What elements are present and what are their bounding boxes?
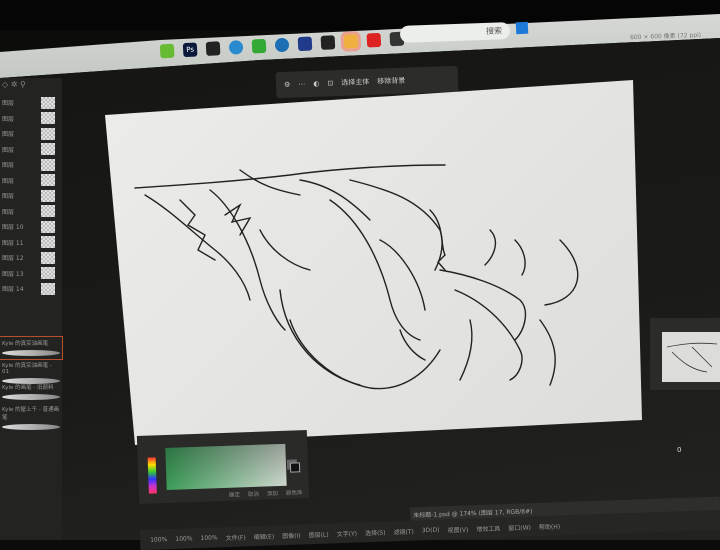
layer-thumbnail: [41, 205, 55, 218]
layer-row[interactable]: 图层 14: [0, 281, 62, 297]
layer-row[interactable]: 图层: [0, 126, 62, 142]
opacity-value[interactable]: 100%: [150, 536, 167, 544]
layer-thumbnail: [41, 251, 55, 264]
navigator-thumbnail[interactable]: [662, 332, 720, 382]
layer-name: 图层: [2, 146, 15, 154]
panel-tool-icons: ◇ ✲ ⚲: [2, 80, 26, 89]
color-library-button[interactable]: 颜色库: [286, 488, 303, 497]
brush-name: Kyle 的真实油画笔 - 01: [2, 362, 52, 375]
layer-name: 图层 12: [2, 255, 24, 263]
saturation-value-field[interactable]: [165, 443, 287, 490]
flow-value[interactable]: 100%: [175, 535, 192, 543]
menu-type[interactable]: 文字(Y): [336, 528, 358, 538]
color-picker-panel: 确定 取消 添加 颜色库: [136, 430, 310, 504]
layer-row[interactable]: 图层: [0, 173, 62, 189]
layer-thumbnail: [41, 189, 55, 202]
brush-preset[interactable]: Kyle 的屋上千 - 普通画笔: [0, 403, 62, 430]
brush-name: Kyle 的屋上千 - 普通画笔: [2, 406, 60, 421]
layer-row[interactable]: 图层 13: [0, 266, 62, 282]
layer-row[interactable]: 图层: [0, 95, 62, 111]
menu-3d[interactable]: 3D(D): [422, 526, 440, 534]
menu-filter[interactable]: 滤镜(T): [393, 526, 414, 536]
layer-thumbnail: [41, 236, 55, 249]
brush-preset[interactable]: Kyle 的画笔 - 旧颜料: [0, 381, 62, 403]
layer-name: 图层 10: [2, 224, 24, 232]
brush-panel: Kyle 的真实油画笔 Kyle 的真实油画笔 - 01 Kyle 的画笔 - …: [0, 335, 63, 430]
layer-name: 图层 11: [2, 239, 24, 247]
layer-thumbnail: [41, 267, 55, 280]
layer-name: 图层: [2, 100, 15, 108]
layer-name: 图层 14: [2, 286, 24, 294]
layer-row[interactable]: 图层: [0, 157, 62, 173]
menu-edit[interactable]: 编辑(E): [254, 531, 275, 541]
layer-name: 图层: [2, 115, 15, 123]
layer-thumbnail: [41, 112, 55, 125]
hue-slider[interactable]: [147, 457, 157, 494]
layer-row[interactable]: 图层 12: [0, 250, 62, 266]
status-value: 0: [677, 446, 682, 454]
menu-image[interactable]: 图像(I): [282, 530, 301, 540]
smoothing-value[interactable]: 100%: [200, 534, 217, 542]
layer-thumbnail: [41, 127, 55, 140]
menu-help[interactable]: 帮助(H): [539, 521, 560, 531]
layer-row[interactable]: 图层: [0, 111, 62, 127]
menu-layer[interactable]: 图层(L): [308, 529, 329, 539]
menu-window[interactable]: 窗口(W): [508, 522, 531, 532]
layer-name: 图层: [2, 131, 15, 139]
navigator-panel: [650, 318, 720, 390]
menu-view[interactable]: 视图(V): [447, 524, 468, 534]
layer-name: 图层 13: [2, 270, 24, 278]
layer-thumbnail: [41, 174, 55, 187]
foreground-background-swatch[interactable]: [289, 462, 301, 473]
sketch-drawing: [134, 164, 579, 390]
layer-row[interactable]: 图层: [0, 188, 62, 204]
layer-thumbnail: [41, 143, 55, 156]
menu-select[interactable]: 选择(S): [365, 527, 386, 537]
layer-thumbnail: [41, 282, 55, 295]
brush-name: Kyle 的画笔 - 旧颜料: [2, 384, 54, 391]
layer-name: 图层: [2, 162, 15, 170]
menu-plugins[interactable]: 增效工具: [476, 523, 500, 533]
layer-row[interactable]: 图层: [0, 204, 62, 220]
layer-row[interactable]: 图层 10: [0, 219, 62, 235]
layer-row[interactable]: 图层 11: [0, 235, 62, 251]
layers-panel: ◇ ✲ ⚲ 图层 图层 图层 图层 图层 图层 图层 图层 图层 10 图层 11 图层 12 图层 …: [0, 78, 63, 540]
layer-name: 图层: [2, 208, 15, 216]
layer-thumbnail: [41, 220, 55, 233]
brush-preset[interactable]: Kyle 的真实油画笔 - 01: [0, 359, 62, 384]
layer-name: 图层: [2, 177, 15, 185]
brush-preset[interactable]: Kyle 的真实油画笔: [0, 335, 63, 360]
menu-file[interactable]: 文件(F): [225, 532, 246, 542]
layer-row[interactable]: 图层: [0, 142, 62, 158]
layer-thumbnail: [41, 158, 55, 171]
ok-button[interactable]: 确定: [229, 490, 240, 498]
cancel-button[interactable]: 取消: [248, 490, 259, 498]
brush-name: Kyle 的真实油画笔: [2, 340, 49, 347]
layer-thumbnail: [41, 96, 55, 109]
add-swatch-button[interactable]: 添加: [267, 489, 278, 497]
layer-name: 图层: [2, 193, 15, 201]
